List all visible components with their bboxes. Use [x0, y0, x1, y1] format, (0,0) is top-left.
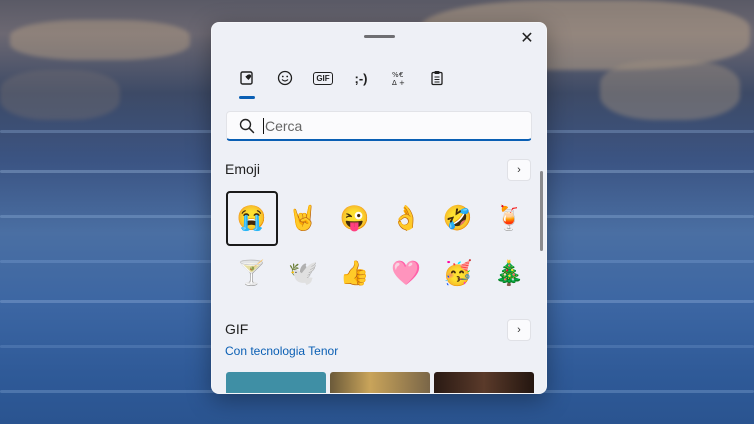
emoji-item[interactable]: 🤣	[432, 191, 484, 246]
emoji-item[interactable]: 🍸	[226, 246, 278, 301]
emoji-item[interactable]: 👍	[329, 246, 381, 301]
emoji-item[interactable]: 🍹	[484, 191, 536, 246]
gif-thumbnail[interactable]	[330, 372, 430, 393]
emoji-item[interactable]: 🥳	[432, 246, 484, 301]
close-button[interactable]: ✕	[516, 27, 538, 49]
gif-thumbnail[interactable]	[226, 372, 326, 393]
emoji-item[interactable]: 🎄	[484, 246, 536, 301]
emoji-item[interactable]: 🕊️	[278, 246, 330, 301]
gif-thumbnails	[226, 372, 534, 393]
gif-icon: GIF	[313, 71, 333, 85]
svg-text:€: €	[399, 71, 403, 79]
drag-handle[interactable]	[364, 35, 395, 38]
text-caret	[263, 117, 264, 134]
symbols-icon: % € Δ +	[392, 71, 405, 86]
emoji-item[interactable]: 🩷	[381, 246, 433, 301]
svg-text:Δ: Δ	[392, 79, 397, 86]
chevron-right-icon: ›	[517, 164, 521, 176]
svg-text:%: %	[392, 71, 399, 79]
tab-kaomoji[interactable]: ;-)	[342, 65, 380, 91]
search-box[interactable]	[226, 111, 532, 141]
tab-gif[interactable]: GIF	[304, 65, 342, 91]
emoji-item[interactable]: 😭	[226, 191, 278, 246]
scrollbar[interactable]	[540, 171, 543, 251]
chevron-right-icon: ›	[517, 324, 521, 336]
clipboard-icon	[431, 71, 443, 86]
kaomoji-icon: ;-)	[354, 70, 368, 86]
search-input[interactable]	[265, 117, 505, 134]
tab-clipboard[interactable]	[418, 65, 456, 91]
search-icon	[239, 118, 255, 133]
gif-thumbnail[interactable]	[434, 372, 534, 393]
gif-section-title: GIF	[225, 321, 249, 337]
emoji-item[interactable]: 👌	[381, 191, 433, 246]
emoji-item[interactable]: 🤘	[278, 191, 330, 246]
tab-symbols[interactable]: % € Δ +	[380, 65, 418, 91]
smiley-icon	[277, 70, 293, 86]
emoji-item[interactable]: 😜	[329, 191, 381, 246]
heart-clipboard-icon	[240, 71, 253, 85]
tab-emoji[interactable]	[266, 65, 304, 91]
tab-favorites[interactable]	[228, 65, 266, 99]
emoji-more-button[interactable]: ›	[507, 159, 531, 181]
tenor-attribution-link[interactable]: Con tecnologia Tenor	[225, 344, 338, 358]
emoji-section-title: Emoji	[225, 161, 261, 177]
emoji-grid: 😭 🤘 😜 👌 🤣 🍹 🍸 🕊️ 👍 🩷 🥳 🎄	[226, 191, 536, 301]
gif-more-button[interactable]: ›	[507, 319, 531, 341]
emoji-panel: ✕ GIF ;-) % € Δ + Cerca Emoji › 😭 🤘 😜 👌 …	[211, 22, 547, 394]
category-tabs: GIF ;-) % € Δ +	[228, 65, 456, 99]
svg-text:+: +	[399, 79, 405, 86]
